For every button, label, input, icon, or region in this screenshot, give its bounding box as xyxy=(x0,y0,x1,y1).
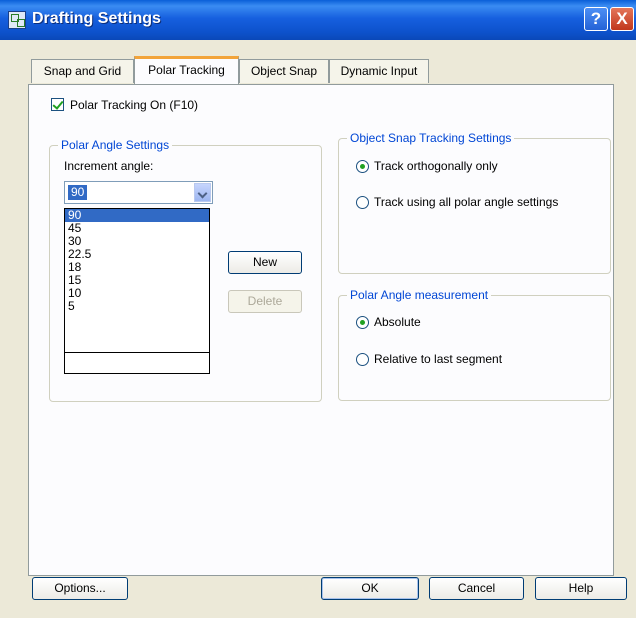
polar-tracking-on-checkbox[interactable] xyxy=(51,98,64,111)
delete-button[interactable]: Delete xyxy=(228,290,302,313)
list-item[interactable]: 22.5 xyxy=(65,248,209,261)
increment-angle-dropdown-list[interactable]: 90 45 30 22.5 18 15 10 5 xyxy=(64,208,210,374)
tab-label: Dynamic Input xyxy=(340,64,418,78)
drafting-settings-dialog: Drafting Settings ? X Snap and Grid Pola… xyxy=(0,0,636,618)
close-button[interactable]: X xyxy=(610,7,634,31)
tab-snap-and-grid[interactable]: Snap and Grid xyxy=(31,59,134,83)
radio-selected-icon xyxy=(360,320,365,325)
track-polar-settings-radio[interactable] xyxy=(356,196,369,209)
list-item[interactable]: 45 xyxy=(65,222,209,235)
help-button[interactable]: Help xyxy=(535,577,627,600)
close-icon: X xyxy=(616,9,628,28)
chevron-down-icon[interactable] xyxy=(194,183,211,202)
tab-label: Polar Tracking xyxy=(148,63,225,77)
absolute-radio[interactable] xyxy=(356,316,369,329)
track-polar-settings-label: Track using all polar angle settings xyxy=(374,195,559,209)
window-title: Drafting Settings xyxy=(32,10,161,27)
help-icon: ? xyxy=(590,9,602,28)
list-item[interactable]: 15 xyxy=(65,274,209,287)
track-orthogonally-radio[interactable] xyxy=(356,160,369,173)
tab-polar-tracking[interactable]: Polar Tracking xyxy=(134,56,239,84)
polar-tracking-on-label: Polar Tracking On (F10) xyxy=(70,98,199,112)
list-item[interactable]: 10 xyxy=(65,287,209,300)
increment-angle-label: Increment angle: xyxy=(64,159,154,173)
increment-angle-value: 90 xyxy=(68,185,88,200)
help-title-button[interactable]: ? xyxy=(584,7,608,31)
tab-object-snap[interactable]: Object Snap xyxy=(239,59,329,83)
object-snap-tracking-title: Object Snap Tracking Settings xyxy=(347,131,515,145)
polar-angle-settings-title: Polar Angle Settings xyxy=(58,138,173,152)
radio-selected-icon xyxy=(360,164,365,169)
absolute-label: Absolute xyxy=(374,315,421,329)
polar-angle-measurement-title: Polar Angle measurement xyxy=(347,288,492,302)
relative-last-segment-radio[interactable] xyxy=(356,353,369,366)
options-button[interactable]: Options... xyxy=(32,577,128,600)
list-item[interactable]: 90 xyxy=(65,209,209,222)
tab-label: Snap and Grid xyxy=(43,64,122,78)
title-bar[interactable]: Drafting Settings ? X xyxy=(0,0,636,40)
track-orthogonally-label: Track orthogonally only xyxy=(374,159,498,173)
list-item[interactable]: 5 xyxy=(65,300,209,313)
polar-angle-measurement-group: Polar Angle measurement xyxy=(338,288,611,401)
relative-last-segment-label: Relative to last segment xyxy=(374,352,503,366)
list-item[interactable]: 18 xyxy=(65,261,209,274)
checkmark-icon xyxy=(52,98,64,110)
tab-dynamic-input[interactable]: Dynamic Input xyxy=(329,59,429,83)
increment-angle-combo[interactable]: 90 xyxy=(64,181,213,204)
tab-label: Object Snap xyxy=(250,64,318,78)
cancel-button[interactable]: Cancel xyxy=(429,577,524,600)
new-button[interactable]: New xyxy=(228,251,302,274)
ok-button[interactable]: OK xyxy=(321,577,419,600)
drafting-settings-icon xyxy=(8,11,26,29)
